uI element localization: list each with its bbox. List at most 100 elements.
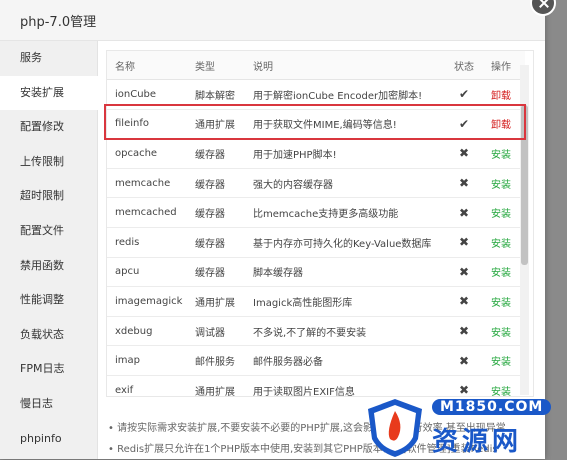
dialog-title: php-7.0管理 xyxy=(20,15,97,30)
table-row: xdebug 调试器 不多说,不了解的不要安装 ✖ 安装 xyxy=(107,316,525,347)
install-link[interactable]: 安装 xyxy=(491,298,511,309)
install-link[interactable]: 安装 xyxy=(491,180,511,191)
table-row: opcache 缓存器 用于加速PHP脚本! ✖ 安装 xyxy=(107,138,525,169)
cross-icon: ✖ xyxy=(458,294,470,309)
status-cell: ✖ xyxy=(443,227,485,258)
header-status: 状态 xyxy=(443,51,485,80)
extension-type: 调试器 xyxy=(187,316,245,347)
extension-desc: 用于获取文件MIME,编码等信息! xyxy=(245,109,443,140)
op-cell: 安装 xyxy=(485,286,525,317)
cross-icon: ✖ xyxy=(458,146,470,161)
install-link[interactable]: 安装 xyxy=(491,239,511,250)
extension-type: 脚本解密 xyxy=(187,79,245,110)
sidebar-item[interactable]: 上传限制 xyxy=(0,145,97,180)
status-cell: ✖ xyxy=(443,138,485,169)
op-cell: 安装 xyxy=(485,345,525,376)
extension-desc: 脚本缓存器 xyxy=(245,257,443,288)
op-cell: 安装 xyxy=(485,227,525,258)
install-link[interactable]: 安装 xyxy=(491,150,511,161)
extension-name: xdebug xyxy=(107,316,187,347)
header-type: 类型 xyxy=(187,51,245,80)
op-cell: 卸载 xyxy=(485,109,525,140)
install-link[interactable]: 安装 xyxy=(491,268,511,279)
status-cell: ✖ xyxy=(443,345,485,376)
extension-type: 缓存器 xyxy=(187,197,245,228)
header-desc: 说明 xyxy=(245,51,443,80)
watermark-text: 资源网 xyxy=(432,427,523,457)
extension-name: apcu xyxy=(107,257,187,288)
install-link[interactable]: 安装 xyxy=(491,357,511,368)
extension-type: 缓存器 xyxy=(187,227,245,258)
extensions-panel: 名称 类型 说明 状态 操作 ionCube 脚本解密 用于解密ionCube En… xyxy=(106,50,534,397)
table-header-row: 名称 类型 说明 状态 操作 xyxy=(107,51,525,80)
extension-name: ionCube xyxy=(107,79,187,110)
extension-desc: 邮件服务器必备 xyxy=(245,345,443,376)
extension-type: 通用扩展 xyxy=(187,375,245,396)
sidebar-item[interactable]: FPM日志 xyxy=(0,352,97,387)
table-row: exif 通用扩展 用于读取图片EXIF信息 ✖ 安装 xyxy=(107,375,525,396)
sidebar-item[interactable]: 配置修改 xyxy=(0,110,97,145)
sidebar-item[interactable]: 禁用函数 xyxy=(0,249,97,284)
table-scrollbar[interactable] xyxy=(520,65,529,395)
extension-name: imap xyxy=(107,345,187,376)
status-cell: ✖ xyxy=(443,375,485,396)
status-cell: ✖ xyxy=(443,316,485,347)
op-cell: 安装 xyxy=(485,316,525,347)
table-row: imagemagick 通用扩展 Imagick高性能图形库 ✖ 安装 xyxy=(107,286,525,317)
extension-desc: 比memcache支持更多高级功能 xyxy=(245,197,443,228)
install-link[interactable]: 安装 xyxy=(491,328,511,339)
cross-icon: ✖ xyxy=(458,324,470,339)
uninstall-link[interactable]: 卸载 xyxy=(491,120,511,131)
sidebar-item[interactable]: 配置文件 xyxy=(0,214,97,249)
op-cell: 安装 xyxy=(485,197,525,228)
watermark-site: M1850.COM xyxy=(432,399,552,415)
table-row: fileinfo 通用扩展 用于获取文件MIME,编码等信息! ✔ 卸载 xyxy=(107,109,525,140)
header-name: 名称 xyxy=(107,51,187,80)
op-cell: 安装 xyxy=(485,375,525,396)
op-cell: 卸载 xyxy=(485,79,525,110)
sidebar-item[interactable]: 慢日志 xyxy=(0,387,97,422)
extension-name: memcache xyxy=(107,168,187,199)
extension-name: exif xyxy=(107,375,187,396)
sidebar-item[interactable]: 安装扩展 xyxy=(0,75,98,111)
watermark-logo: M1850.COM 资源网 xyxy=(360,395,560,459)
sidebar-item[interactable]: phpinfo xyxy=(0,422,97,457)
status-cell: ✔ xyxy=(443,109,485,140)
php-manager-dialog: php-7.0管理 服务 安装扩展 配置修改 上传限制 超时限制 配置文件 禁用函数 性能调整… xyxy=(0,0,545,459)
status-cell: ✔ xyxy=(443,79,485,110)
cross-icon: ✖ xyxy=(458,205,470,220)
extension-desc: 不多说,不了解的不要安装 xyxy=(245,316,443,347)
extension-name: fileinfo xyxy=(107,109,187,140)
scrollbar-thumb[interactable] xyxy=(521,105,528,265)
sidebar-item[interactable]: 性能调整 xyxy=(0,283,97,318)
op-cell: 安装 xyxy=(485,138,525,169)
table-row: redis 缓存器 基于内存亦可持久化的Key-Value数据库 ✖ 安装 xyxy=(107,227,525,258)
sidebar-nav: 服务 安装扩展 配置修改 上传限制 超时限制 配置文件 禁用函数 性能调整 负载状态 FPM日志慢… xyxy=(0,41,98,459)
shield-logo-icon xyxy=(368,399,422,457)
table-row: apcu 缓存器 脚本缓存器 ✖ 安装 xyxy=(107,257,525,288)
extension-desc: 用于解密ionCube Encoder加密脚本! xyxy=(245,79,443,110)
extension-type: 邮件服务 xyxy=(187,345,245,376)
uninstall-link[interactable]: 卸载 xyxy=(491,91,511,102)
table-row: memcache 缓存器 强大的内容缓存器 ✖ 安装 xyxy=(107,168,525,199)
extension-name: imagemagick xyxy=(107,286,187,317)
status-cell: ✖ xyxy=(443,286,485,317)
extension-name: memcached xyxy=(107,197,187,228)
table-row: imap 邮件服务 邮件服务器必备 ✖ 安装 xyxy=(107,345,525,376)
install-link[interactable]: 安装 xyxy=(491,209,511,220)
extensions-table: 名称 类型 说明 状态 操作 ionCube 脚本解密 用于解密ionCube En… xyxy=(107,51,525,396)
dialog-titlebar: php-7.0管理 xyxy=(0,0,545,41)
sidebar-item[interactable]: 负载状态 xyxy=(0,318,97,353)
table-row: ionCube 脚本解密 用于解密ionCube Encoder加密脚本! ✔ 卸载 xyxy=(107,79,525,110)
status-cell: ✖ xyxy=(443,197,485,228)
sidebar-item[interactable]: 服务 xyxy=(0,41,97,76)
extension-desc: 用于加速PHP脚本! xyxy=(245,138,443,169)
extension-type: 缓存器 xyxy=(187,138,245,169)
extension-desc: 基于内存亦可持久化的Key-Value数据库 xyxy=(245,227,443,258)
extension-type: 缓存器 xyxy=(187,168,245,199)
extension-desc: Imagick高性能图形库 xyxy=(245,286,443,317)
header-op: 操作 xyxy=(485,51,525,80)
op-cell: 安装 xyxy=(485,168,525,199)
extension-desc: 强大的内容缓存器 xyxy=(245,168,443,199)
sidebar-item[interactable]: 超时限制 xyxy=(0,179,97,214)
